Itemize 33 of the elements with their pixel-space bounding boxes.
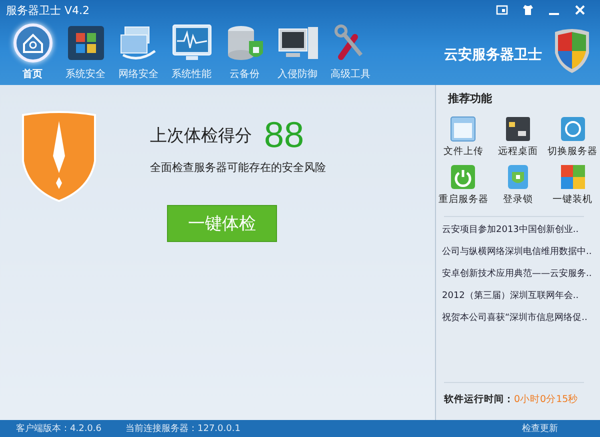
monitor-chart-icon [170, 23, 214, 63]
section-title: 推荐功能 [448, 91, 493, 106]
upload-window-icon [450, 116, 476, 142]
news-link[interactable]: 云安项目参加2013中国创新创业.. [442, 223, 600, 236]
windows-logo-icon [560, 164, 586, 190]
score-label: 上次体检得分 [150, 124, 252, 146]
news-link[interactable]: 祝贺本公司喜获“深圳市信息网络促.. [442, 311, 600, 324]
power-icon [450, 164, 476, 190]
checkup-description: 全面检查服务器可能存在的安全风险 [150, 160, 326, 175]
shield-logo-icon [552, 26, 592, 74]
check-update-link[interactable]: 检查更新 [522, 422, 558, 435]
home-icon [10, 23, 54, 63]
feature-button[interactable]: 一键装机 [545, 164, 600, 206]
warning-shield-icon [20, 111, 98, 203]
close-icon[interactable] [574, 4, 586, 16]
feature-button[interactable]: 登录锁 [490, 164, 546, 206]
news-link[interactable]: 安卓创新技术应用典范——云安服务.. [442, 267, 600, 280]
feature-button[interactable]: 远程桌面 [490, 116, 546, 158]
score-value: 88 [264, 114, 304, 156]
remote-desktop-icon [504, 116, 531, 142]
brand-name: 云安服务器卫士 [444, 46, 542, 64]
window-title: 服务器卫士 V4.2 [6, 2, 90, 18]
news-link[interactable]: 公司与纵横网络深圳电信维用数据中.. [442, 245, 600, 258]
shirt-icon[interactable] [522, 4, 534, 16]
feature-button[interactable]: 文件上传 [436, 116, 491, 158]
runtime-value: 0小时0分15秒 [514, 393, 578, 406]
window-mode-icon[interactable] [496, 4, 508, 16]
client-version: 客户端版本：4.2.0.6 [16, 422, 102, 435]
runtime-label: 软件运行时间： [444, 393, 514, 406]
feature-button[interactable]: 切换服务器 [545, 116, 600, 158]
feature-button[interactable]: 重启服务器 [436, 164, 491, 206]
server-address: 当前连接服务器：127.0.0.1 [126, 422, 240, 435]
news-link[interactable]: 2012（第三届）深圳互联网年会.. [442, 289, 600, 302]
